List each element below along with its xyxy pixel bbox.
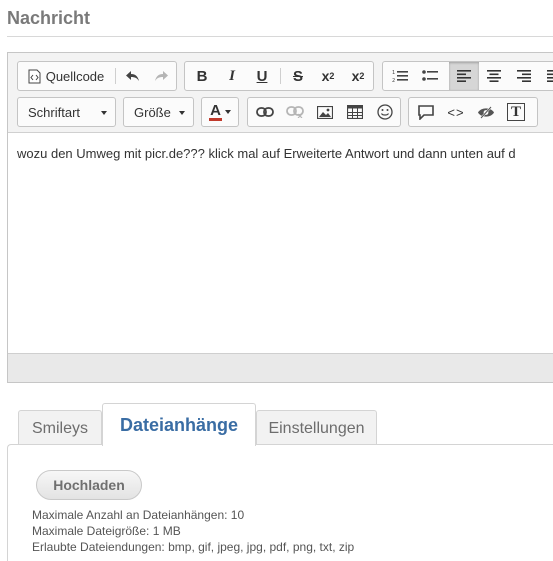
toolbar-separator (280, 68, 281, 84)
text-color-group: A (201, 97, 239, 127)
bold-button[interactable]: B (187, 62, 217, 90)
superscript-mark: 2 (359, 71, 365, 81)
tab-smileys[interactable]: Smileys (18, 410, 102, 446)
text-box-icon: T (507, 103, 525, 121)
ordered-list-button[interactable]: 12 (385, 62, 415, 90)
toolbar-separator (115, 68, 116, 84)
emoticon-button[interactable] (370, 98, 400, 126)
source-button[interactable]: Quellcode (22, 62, 110, 90)
allowed-extensions-info: Erlaubte Dateiendungen: bmp, gif, jpeg, … (32, 540, 355, 554)
section-title: Nachricht (7, 8, 91, 28)
table-button[interactable] (340, 98, 370, 126)
source-icon (28, 69, 41, 84)
attachments-panel: Hochladen Maximale Anzahl an Dateianhäng… (7, 444, 553, 561)
redo-button[interactable] (147, 62, 175, 90)
text-color-button[interactable]: A (203, 98, 237, 126)
misc-group: <> T (408, 97, 538, 127)
subscript-base: x (321, 68, 330, 84)
subscript-button[interactable]: x2 (313, 62, 343, 90)
superscript-base: x (351, 68, 360, 84)
text-style-group: B I U S x2 x2 (184, 61, 374, 91)
align-center-button[interactable] (479, 62, 509, 90)
editor-content[interactable]: wozu den Umweg mit picr.de??? klick mal … (8, 134, 553, 353)
align-right-button[interactable] (509, 62, 539, 90)
italic-button[interactable]: I (217, 62, 247, 90)
align-justify-button[interactable] (539, 62, 553, 90)
max-count-info: Maximale Anzahl an Dateianhängen: 10 (32, 508, 245, 522)
link-button[interactable] (250, 98, 280, 126)
tab-settings[interactable]: Einstellungen (256, 410, 377, 446)
tab-attachments[interactable]: Dateianhänge (102, 403, 256, 446)
image-icon (317, 105, 333, 119)
bullet-list-icon (422, 69, 438, 83)
max-size-info: Maximale Dateigröße: 1 MB (32, 524, 181, 538)
align-center-icon (487, 70, 501, 82)
align-right-icon (517, 70, 531, 82)
align-justify-icon (547, 70, 553, 82)
plain-text-button[interactable]: T (501, 98, 531, 126)
quote-button[interactable] (411, 98, 441, 126)
chevron-down-icon (101, 111, 107, 115)
source-history-group: Quellcode (17, 61, 177, 91)
list-align-group: 12 (382, 61, 553, 91)
font-family-label: Schriftart (28, 104, 81, 120)
unlink-icon (286, 106, 304, 118)
ordered-list-icon: 12 (392, 69, 408, 83)
editor-statusbar (8, 353, 553, 382)
font-size-dropdown[interactable]: Größe (123, 97, 194, 127)
redo-icon (153, 70, 169, 82)
font-family-dropdown[interactable]: Schriftart (17, 97, 116, 127)
upload-button[interactable]: Hochladen (36, 470, 142, 500)
table-icon (347, 105, 363, 119)
editor-toolbar: Quellcode B I U S x2 x2 12 Schriftart Gr… (8, 53, 553, 133)
speech-bubble-icon (418, 104, 434, 120)
insert-group (247, 97, 401, 127)
image-button[interactable] (310, 98, 340, 126)
svg-text:2: 2 (392, 78, 395, 83)
code-button[interactable]: <> (441, 98, 471, 126)
undo-icon (125, 70, 141, 82)
chevron-down-icon (179, 111, 185, 115)
link-icon (256, 107, 274, 117)
rich-text-editor: Quellcode B I U S x2 x2 12 Schriftart Gr… (7, 52, 553, 383)
hidden-eye-icon (477, 105, 495, 119)
bullet-list-button[interactable] (415, 62, 445, 90)
text-color-letter: A (209, 102, 222, 121)
source-label: Quellcode (45, 68, 105, 84)
subscript-mark: 2 (329, 71, 335, 81)
spoiler-button[interactable] (471, 98, 501, 126)
font-size-label: Größe (134, 104, 171, 120)
unlink-button[interactable] (280, 98, 310, 126)
superscript-button[interactable]: x2 (343, 62, 373, 90)
align-left-icon (457, 70, 471, 82)
chevron-down-icon (224, 110, 231, 114)
undo-button[interactable] (119, 62, 147, 90)
svg-text:1: 1 (392, 70, 395, 76)
smiley-icon (377, 104, 393, 120)
strikethrough-button[interactable]: S (283, 62, 313, 90)
underline-button[interactable]: U (247, 62, 277, 90)
title-divider (7, 36, 553, 37)
align-left-button[interactable] (449, 62, 479, 90)
